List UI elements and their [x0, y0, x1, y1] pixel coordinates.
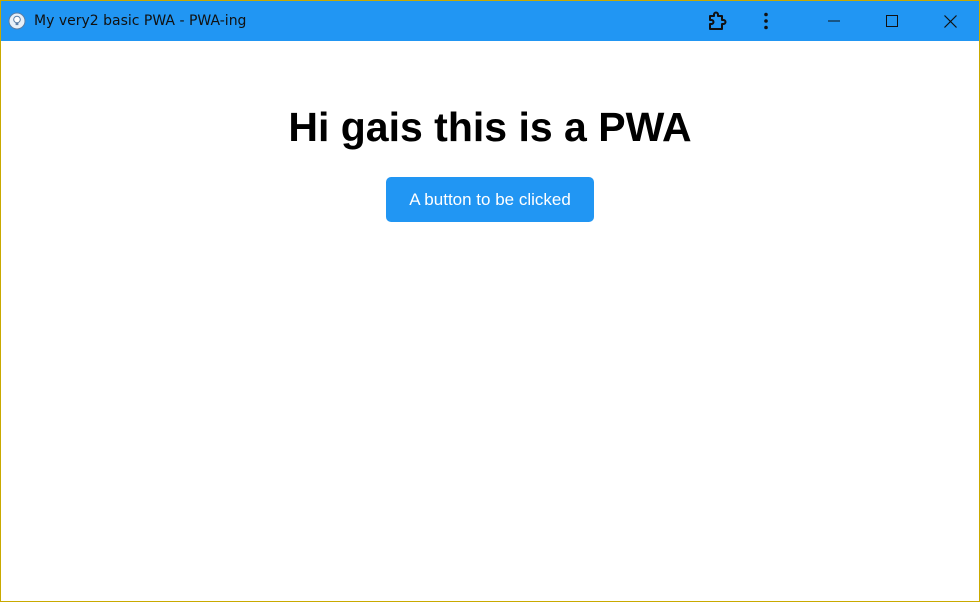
page-content: Hi gais this is a PWA A button to be cli… — [1, 41, 979, 222]
minimize-icon[interactable] — [805, 1, 863, 41]
title-bar[interactable]: My very2 basic PWA - PWA-ing — [1, 1, 979, 41]
app-window: My very2 basic PWA - PWA-ing Hi gais thi… — [0, 0, 980, 602]
window-title: My very2 basic PWA - PWA-ing — [34, 13, 247, 29]
click-me-button[interactable]: A button to be clicked — [386, 177, 594, 222]
more-vertical-icon[interactable] — [739, 1, 793, 41]
maximize-icon[interactable] — [863, 1, 921, 41]
close-icon[interactable] — [921, 1, 979, 41]
app-bulb-icon — [8, 12, 26, 30]
puzzle-icon[interactable] — [695, 1, 739, 41]
page-title: Hi gais this is a PWA — [288, 104, 692, 150]
